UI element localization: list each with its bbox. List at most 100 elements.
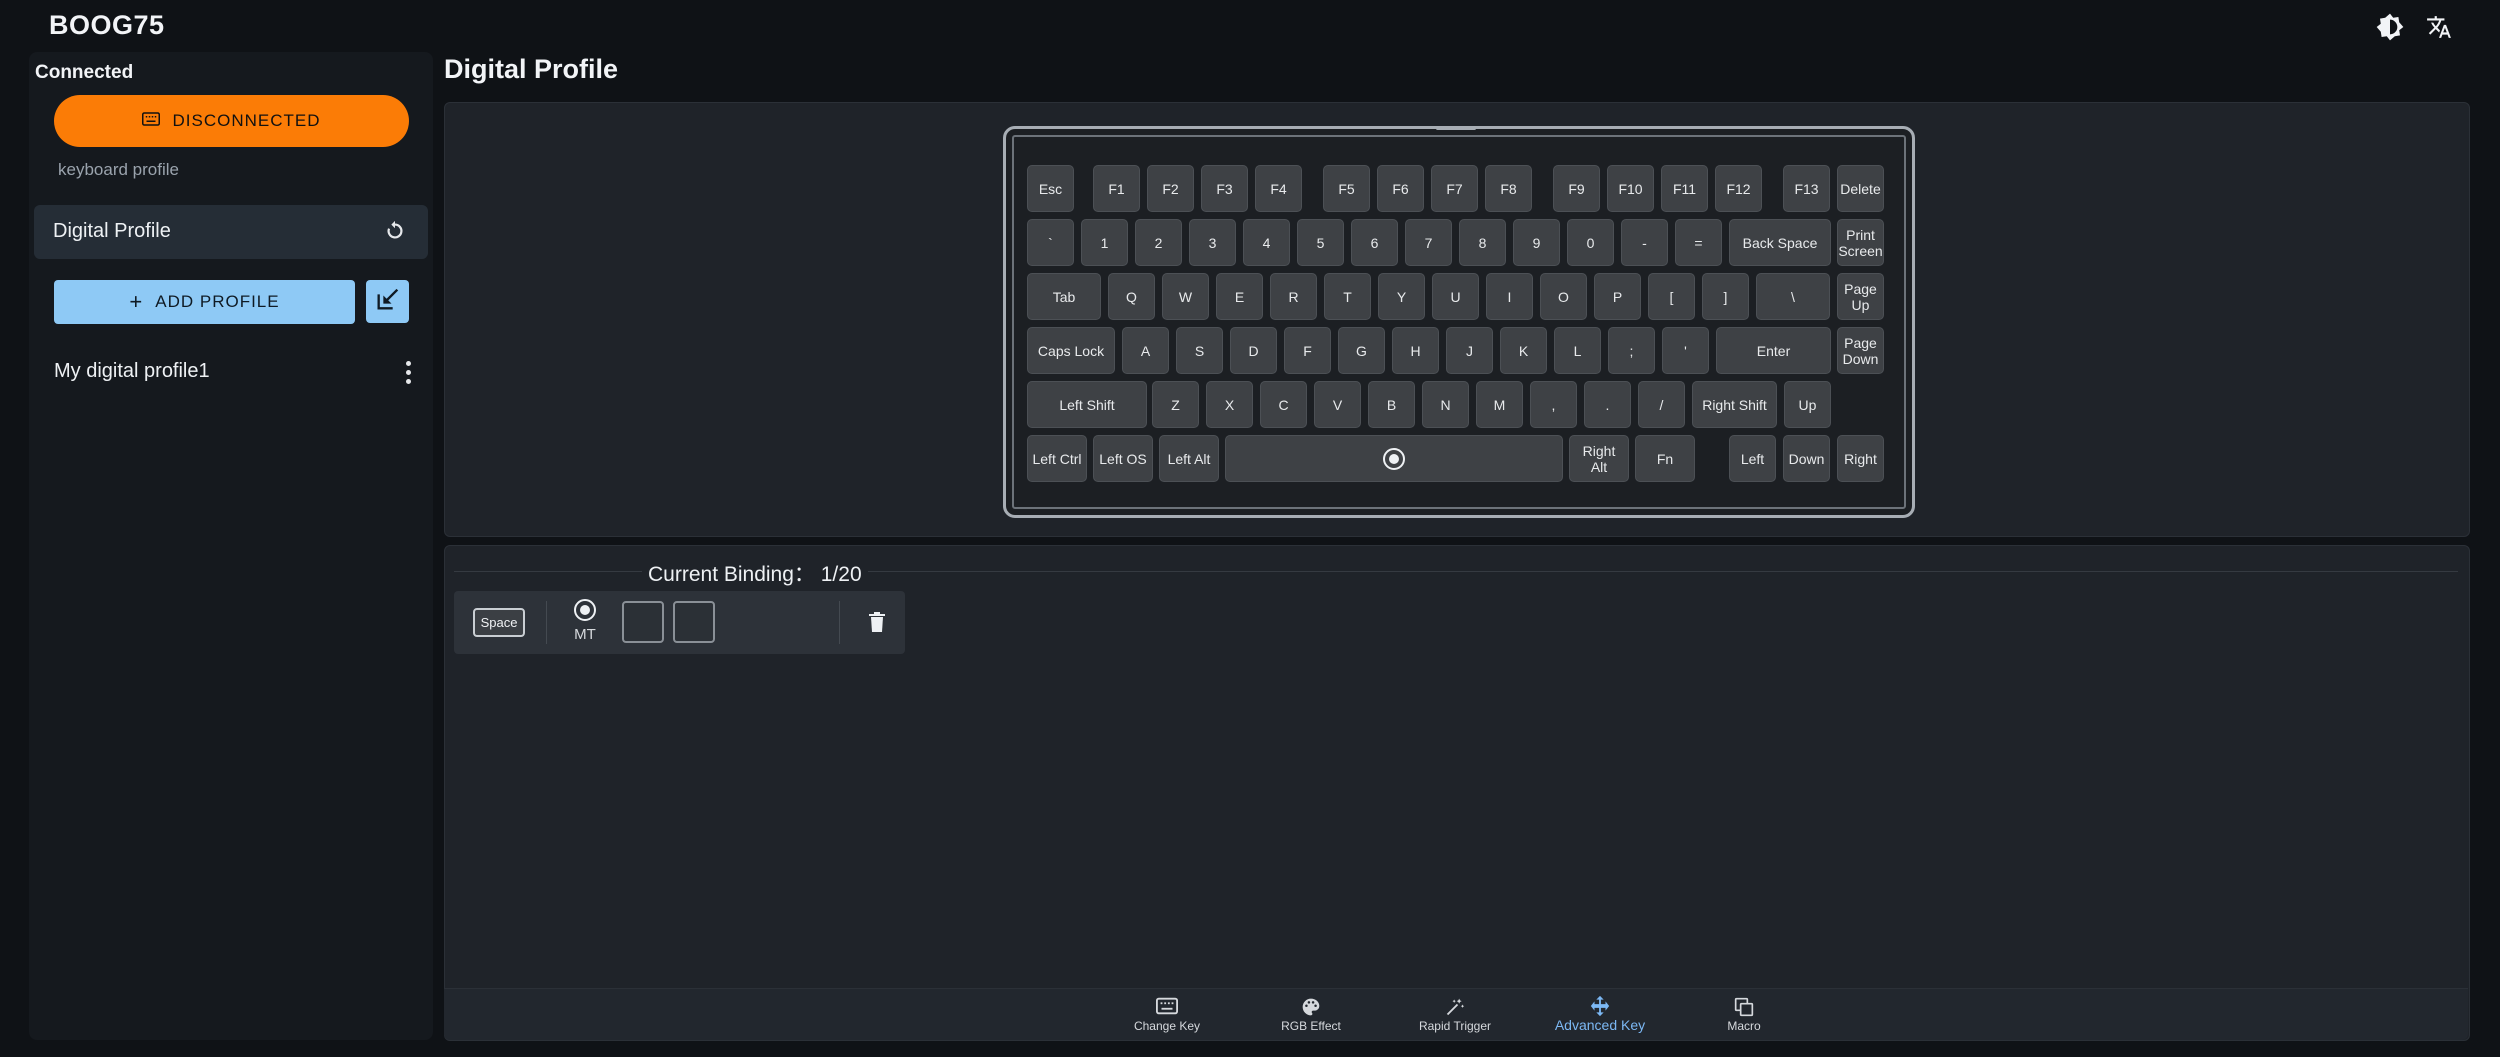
key-enter[interactable]: Enter	[1716, 327, 1831, 374]
key-symbol[interactable]: \	[1756, 273, 1830, 320]
key-back-space[interactable]: Back Space	[1729, 219, 1831, 266]
more-vert-icon[interactable]	[398, 356, 418, 388]
key-left[interactable]: Left	[1729, 435, 1776, 482]
key-l[interactable]: L	[1554, 327, 1601, 374]
key-k[interactable]: K	[1500, 327, 1547, 374]
key-6[interactable]: 6	[1351, 219, 1398, 266]
key-tab[interactable]: Tab	[1027, 273, 1101, 320]
brightness-icon[interactable]	[2373, 10, 2407, 44]
key-i[interactable]: I	[1486, 273, 1533, 320]
nav-rgb-effect[interactable]: RGB Effect	[1251, 997, 1371, 1033]
key-f4[interactable]: F4	[1255, 165, 1302, 212]
key-left-alt[interactable]: Left Alt	[1159, 435, 1219, 482]
key-symbol[interactable]: -	[1621, 219, 1668, 266]
nav-macro[interactable]: Macro	[1684, 997, 1804, 1033]
active-profile-item[interactable]: Digital Profile	[34, 205, 428, 259]
device-connect-button[interactable]: DISCONNECTED	[54, 95, 409, 147]
key-f5[interactable]: F5	[1323, 165, 1370, 212]
nav-change-key[interactable]: Change Key	[1107, 997, 1227, 1033]
key-fn[interactable]: Fn	[1635, 435, 1695, 482]
bound-key[interactable]: Space	[473, 608, 525, 637]
key-symbol[interactable]: ;	[1608, 327, 1655, 374]
key-left-shift[interactable]: Left Shift	[1027, 381, 1147, 428]
key-x[interactable]: X	[1206, 381, 1253, 428]
key-f10[interactable]: F10	[1607, 165, 1654, 212]
binding-slot-2[interactable]	[673, 601, 715, 643]
key-z[interactable]: Z	[1152, 381, 1199, 428]
key-d[interactable]: D	[1230, 327, 1277, 374]
translate-icon[interactable]	[2422, 10, 2456, 44]
key-5[interactable]: 5	[1297, 219, 1344, 266]
nav-advanced-key[interactable]: Advanced Key	[1540, 995, 1660, 1033]
key-h[interactable]: H	[1392, 327, 1439, 374]
key-symbol[interactable]: =	[1675, 219, 1722, 266]
key-f12[interactable]: F12	[1715, 165, 1762, 212]
key-space[interactable]	[1225, 435, 1563, 482]
key-right-shift[interactable]: Right Shift	[1692, 381, 1777, 428]
key-c[interactable]: C	[1260, 381, 1307, 428]
key-b[interactable]: B	[1368, 381, 1415, 428]
key-f7[interactable]: F7	[1431, 165, 1478, 212]
key-right[interactable]: Right	[1837, 435, 1884, 482]
key-y[interactable]: Y	[1378, 273, 1425, 320]
key-f9[interactable]: F9	[1553, 165, 1600, 212]
key-f11[interactable]: F11	[1661, 165, 1708, 212]
key-r[interactable]: R	[1270, 273, 1317, 320]
key-q[interactable]: Q	[1108, 273, 1155, 320]
add-profile-button[interactable]: + ADD PROFILE	[54, 280, 355, 324]
key-right-alt[interactable]: Right Alt	[1569, 435, 1629, 482]
key-f3[interactable]: F3	[1201, 165, 1248, 212]
key-left-os[interactable]: Left OS	[1093, 435, 1153, 482]
delete-icon[interactable]	[867, 611, 889, 635]
key-f2[interactable]: F2	[1147, 165, 1194, 212]
key-symbol[interactable]: `	[1027, 219, 1074, 266]
key-delete[interactable]: Delete	[1837, 165, 1884, 212]
key-symbol[interactable]: [	[1648, 273, 1695, 320]
key-caps-lock[interactable]: Caps Lock	[1027, 327, 1115, 374]
key-p[interactable]: P	[1594, 273, 1641, 320]
key-0[interactable]: 0	[1567, 219, 1614, 266]
key-f[interactable]: F	[1284, 327, 1331, 374]
key-page-up[interactable]: Page Up	[1837, 273, 1884, 320]
key-f13[interactable]: F13	[1783, 165, 1830, 212]
key-3[interactable]: 3	[1189, 219, 1236, 266]
nav-rapid-trigger[interactable]: Rapid Trigger	[1395, 997, 1515, 1033]
import-profile-button[interactable]	[366, 280, 409, 323]
binding-slot-1[interactable]	[622, 601, 664, 643]
key-n[interactable]: N	[1422, 381, 1469, 428]
key-j[interactable]: J	[1446, 327, 1493, 374]
key-symbol[interactable]: '	[1662, 327, 1709, 374]
key-symbol[interactable]: /	[1638, 381, 1685, 428]
reset-icon[interactable]	[384, 220, 408, 244]
key-8[interactable]: 8	[1459, 219, 1506, 266]
key-up[interactable]: Up	[1784, 381, 1831, 428]
key-page-down[interactable]: Page Down	[1837, 327, 1884, 374]
key-9[interactable]: 9	[1513, 219, 1560, 266]
key-f6[interactable]: F6	[1377, 165, 1424, 212]
key-w[interactable]: W	[1162, 273, 1209, 320]
key-f1[interactable]: F1	[1093, 165, 1140, 212]
key-g[interactable]: G	[1338, 327, 1385, 374]
binding-row[interactable]: Space MT	[454, 591, 905, 654]
key-down[interactable]: Down	[1783, 435, 1830, 482]
key-e[interactable]: E	[1216, 273, 1263, 320]
key-o[interactable]: O	[1540, 273, 1587, 320]
key-symbol[interactable]: ]	[1702, 273, 1749, 320]
key-f8[interactable]: F8	[1485, 165, 1532, 212]
key-m[interactable]: M	[1476, 381, 1523, 428]
key-symbol[interactable]: .	[1584, 381, 1631, 428]
key-4[interactable]: 4	[1243, 219, 1290, 266]
key-s[interactable]: S	[1176, 327, 1223, 374]
key-symbol[interactable]: ,	[1530, 381, 1577, 428]
key-2[interactable]: 2	[1135, 219, 1182, 266]
key-v[interactable]: V	[1314, 381, 1361, 428]
key-left-ctrl[interactable]: Left Ctrl	[1027, 435, 1087, 482]
key-esc[interactable]: Esc	[1027, 165, 1074, 212]
key-1[interactable]: 1	[1081, 219, 1128, 266]
mod-tap-icon[interactable]	[573, 598, 597, 622]
profile-list-item[interactable]: My digital profile1	[54, 350, 414, 394]
key-u[interactable]: U	[1432, 273, 1479, 320]
key-7[interactable]: 7	[1405, 219, 1452, 266]
key-print-screen[interactable]: Print Screen	[1837, 219, 1884, 266]
key-t[interactable]: T	[1324, 273, 1371, 320]
